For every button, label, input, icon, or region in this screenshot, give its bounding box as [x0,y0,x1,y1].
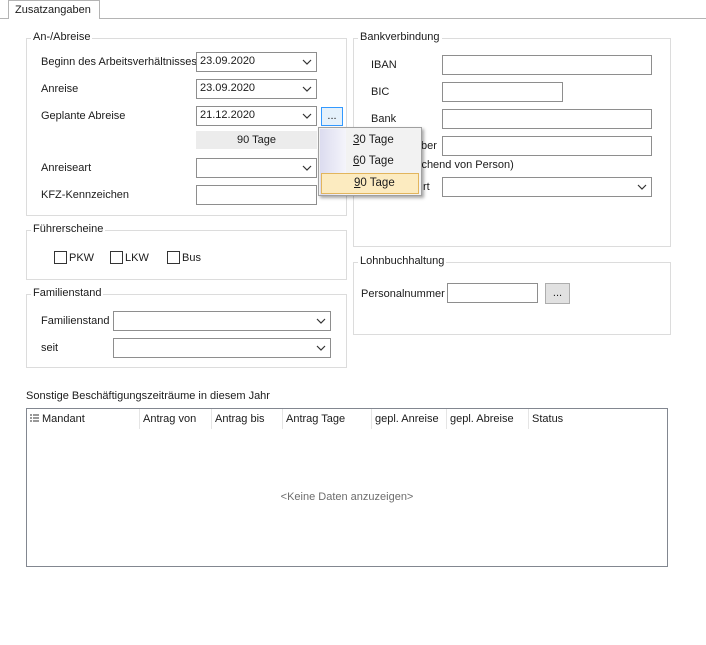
chevron-down-icon [316,318,326,324]
column-chooser-icon[interactable] [30,414,39,424]
seit-label: seit [41,342,59,354]
menu-item-label: 0 Tage [359,155,394,167]
kfz-label: KFZ-Kennzeichen [41,189,130,201]
geplante-abreise-label: Geplante Abreise [41,110,126,122]
sonstige-title: Sonstige Beschäftigungszeiträume in dies… [26,390,270,402]
group-bankverbindung-title: Bankverbindung [358,31,442,43]
menu-item-60-tage[interactable]: 60 Tage [321,151,419,172]
beginn-date-combo[interactable]: 23.09.2020 [196,52,317,72]
bic-label: BIC [371,86,390,98]
grid-empty-message: <Keine Daten anzuzeigen> [280,491,414,503]
chevron-down-icon [302,113,312,119]
checkbox-lkw[interactable]: LKW [110,251,149,264]
menu-item-90-tage[interactable]: 90 Tage [321,173,419,194]
checkbox-lkw-label: LKW [125,251,149,264]
days-display: 90 Tage [196,131,317,149]
kontoinhaber-label: ber [421,140,437,152]
familienstand-combo[interactable] [113,311,331,331]
group-anabreise-title: An-/Abreise [31,31,93,43]
column-header-status[interactable]: Status [529,409,599,429]
tab-strip [0,0,706,19]
grid-header: Mandant Antrag von Antrag bis Antrag Tag… [27,409,667,429]
checkbox-bus[interactable]: Bus [167,251,201,264]
seit-date-combo[interactable] [113,338,331,358]
menu-item-30-tage[interactable]: 30 Tage [321,130,419,151]
checkbox-pkw-label: PKW [69,251,95,264]
abweichend-label: ichend von Person) [419,159,514,171]
bic-input[interactable] [442,82,563,102]
chevron-down-icon [302,86,312,92]
menu-item-label: 0 Tage [360,177,395,189]
geplante-abreise-date-combo[interactable]: 21.12.2020 [196,106,317,126]
tab-zusatzangaben[interactable]: Zusatzangaben [8,0,100,20]
menu-item-label: 0 Tage [359,134,394,146]
checkbox-box[interactable] [110,251,123,264]
bank-label: Bank [371,113,397,125]
chevron-down-icon [302,59,312,65]
checkbox-bus-label: Bus [182,251,201,264]
checkbox-pkw[interactable]: PKW [54,251,94,264]
column-header-mandant[interactable]: Mandant [39,409,140,429]
chevron-down-icon [637,184,647,190]
geplante-abreise-date-value: 21.12.2020 [200,109,256,121]
group-fuehrerscheine-title: Führerscheine [31,223,106,235]
column-header-antrag-von[interactable]: Antrag von [140,409,212,429]
kfz-input[interactable] [196,185,317,205]
iban-input[interactable] [442,55,652,75]
days-menu-button[interactable]: ... [321,107,343,126]
personalnummer-search-button[interactable]: ... [545,283,570,304]
chevron-down-icon [316,345,326,351]
familienstand-label: Familienstand [41,315,110,327]
art-label: rt [423,181,430,193]
beschaeftigungen-grid[interactable]: Mandant Antrag von Antrag bis Antrag Tag… [26,408,668,567]
column-header-gepl-abreise[interactable]: gepl. Abreise [447,409,529,429]
bank-input[interactable] [442,109,652,129]
column-header-gepl-anreise[interactable]: gepl. Anreise [372,409,447,429]
column-header-antrag-bis[interactable]: Antrag bis [212,409,283,429]
group-familienstand-title: Familienstand [31,287,104,299]
anreise-label: Anreise [41,83,79,95]
anreise-date-value: 23.09.2020 [200,82,256,94]
group-lohnbuchhaltung-title: Lohnbuchhaltung [358,255,447,267]
personalnummer-label: Personalnummer [361,288,445,300]
anreise-date-combo[interactable]: 23.09.2020 [196,79,317,99]
art-combo[interactable] [442,177,652,197]
iban-label: IBAN [371,59,397,71]
anreiseart-combo[interactable] [196,158,317,178]
checkbox-box[interactable] [167,251,180,264]
anreiseart-label: Anreiseart [41,162,92,174]
days-popup-menu: 30 Tage 60 Tage 90 Tage [318,127,422,196]
checkbox-box[interactable] [54,251,67,264]
kontoinhaber-input[interactable] [442,136,652,156]
personalnummer-input[interactable] [447,283,538,303]
beginn-label: Beginn des Arbeitsverhältnisses [41,56,197,68]
column-header-antrag-tage[interactable]: Antrag Tage [283,409,372,429]
chevron-down-icon [302,165,312,171]
beginn-date-value: 23.09.2020 [200,55,256,67]
